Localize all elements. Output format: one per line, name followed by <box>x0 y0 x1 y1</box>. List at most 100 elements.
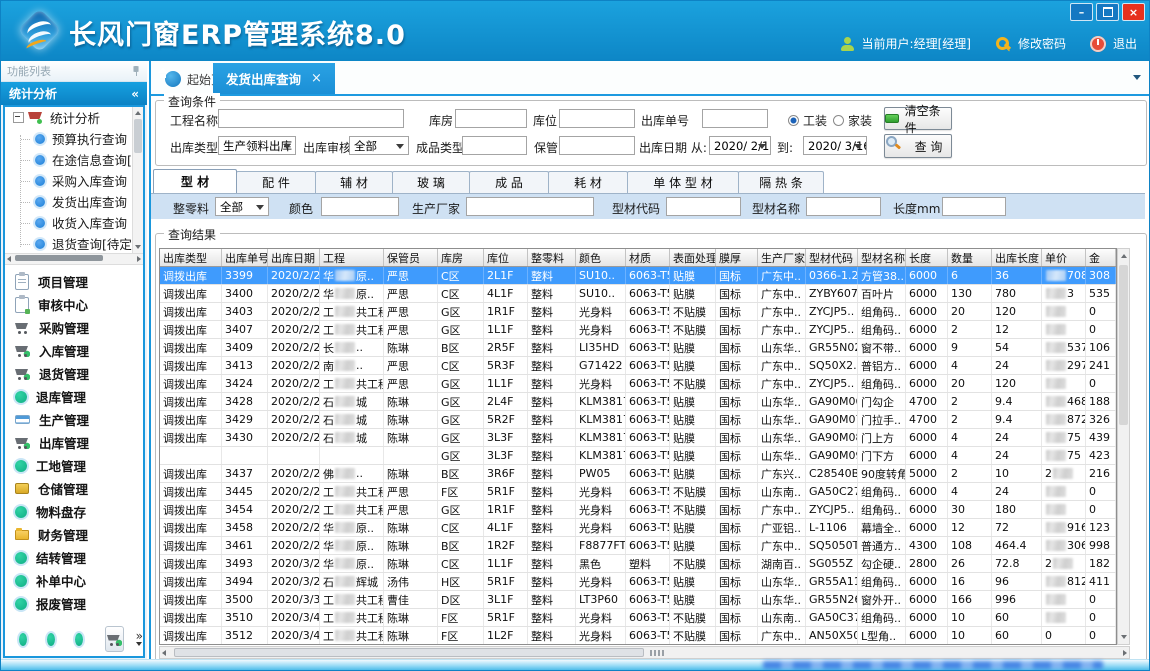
column-header[interactable]: 颜色 <box>576 249 626 266</box>
column-header[interactable]: 生产厂家 <box>758 249 806 266</box>
project-name-input[interactable] <box>218 109 404 128</box>
table-row[interactable]: G区3L3F整料KLM38176063-T5贴膜国标山东华..GA90M09..… <box>160 447 1116 465</box>
table-row[interactable]: 调拨出库34072020/2/25工共工程严思G区1L1F整料光身料6063-T… <box>160 321 1116 339</box>
outbound-type-select[interactable]: 生产领料出库 <box>218 136 296 155</box>
sidebar-module[interactable]: 采购管理 <box>5 316 143 339</box>
scroll-up-icon[interactable] <box>135 111 141 115</box>
logout-link[interactable]: 退出 <box>1113 35 1137 52</box>
table-row[interactable]: 调拨出库34002020/2/25华原..严思C区4L1F整料SU10..606… <box>160 285 1116 303</box>
table-row[interactable]: 调拨出库34942020/3/2石辉城汤伟H区5R1F整料光身料6063-T5贴… <box>160 573 1116 591</box>
search-button[interactable]: 查 询 <box>884 134 952 158</box>
sidebar-module[interactable]: 生产管理 <box>5 408 143 431</box>
minimize-button[interactable]: – <box>1070 3 1093 21</box>
column-header[interactable]: 保管员 <box>384 249 438 266</box>
scrollbar-thumb[interactable] <box>1119 265 1128 425</box>
table-row[interactable]: 调拨出库34582020/2/28华原..陈琳C区4L1F整料光身料6063-T… <box>160 519 1116 537</box>
material-tab-1[interactable]: 配 件 <box>236 171 316 193</box>
radio-gongzhuang[interactable]: 工装 <box>788 112 827 129</box>
column-header[interactable]: 型材代码 <box>806 249 858 266</box>
tree-root[interactable]: 统计分析 <box>5 107 143 128</box>
date-to-select[interactable]: 2020/ 3/16 <box>803 136 867 155</box>
scroll-down-icon[interactable] <box>135 245 141 249</box>
sidebar-module[interactable]: 财务管理 <box>5 523 143 546</box>
manufacturer-input[interactable] <box>466 197 594 216</box>
sidebar-module[interactable]: 结转管理 <box>5 546 143 569</box>
tree-item-4[interactable]: 收货入库查询 <box>5 212 143 233</box>
material-tab-7[interactable]: 隔 热 条 <box>738 171 824 193</box>
scrollbar-thumb[interactable] <box>15 255 103 261</box>
material-tab-0[interactable]: 型 材 <box>153 169 237 193</box>
column-header[interactable]: 出库日期 <box>268 249 320 266</box>
table-row[interactable]: 调拨出库34452020/2/27工共工程严思F区5R1F整料光身料6063-T… <box>160 483 1116 501</box>
sidebar-module[interactable]: 入库管理 <box>5 339 143 362</box>
column-header[interactable]: 出库类型 <box>160 249 222 266</box>
column-header[interactable]: 出库单号 <box>222 249 268 266</box>
table-row[interactable]: 调拨出库34282020/2/26石城陈琳G区2L4F整料KLM38176063… <box>160 393 1116 411</box>
stats-group-header[interactable]: 统计分析 « <box>1 82 147 105</box>
column-header[interactable]: 表面处理 <box>670 249 716 266</box>
column-header[interactable]: 材质 <box>626 249 670 266</box>
scroll-right-icon[interactable] <box>137 256 141 262</box>
table-row[interactable]: 调拨出库34542020/2/28工共工程严思G区1R1F整料光身料6063-T… <box>160 501 1116 519</box>
column-header[interactable]: 出库长度 <box>992 249 1042 266</box>
column-header[interactable]: 长度 <box>906 249 948 266</box>
scroll-left-icon[interactable] <box>7 256 11 262</box>
module-dot-icon[interactable] <box>47 633 55 646</box>
column-header[interactable]: 数量 <box>948 249 992 266</box>
table-vertical-scrollbar[interactable] <box>1117 248 1130 645</box>
scroll-left-icon[interactable] <box>162 650 166 656</box>
material-tab-2[interactable]: 辅 材 <box>315 171 393 193</box>
scrollbar-thumb[interactable] <box>134 119 142 153</box>
column-header[interactable]: 金 <box>1086 249 1116 266</box>
column-header[interactable]: 整零料 <box>528 249 576 266</box>
product-type-input[interactable] <box>462 136 527 155</box>
color-input[interactable] <box>321 197 399 216</box>
table-row[interactable]: 调拨出库34032020/2/25工共工程严思G区1R1F整料光身料6063-T… <box>160 303 1116 321</box>
sidebar-module[interactable]: 项目管理 <box>5 270 143 293</box>
clear-conditions-button[interactable]: 清空条件 <box>884 107 952 130</box>
material-tab-6[interactable]: 单 体 型 材 <box>627 171 739 193</box>
tree-item-3[interactable]: 发货出库查询 <box>5 191 143 212</box>
table-row[interactable]: 调拨出库34242020/2/26工共工程严思G区1L1F整料光身料6063-T… <box>160 375 1116 393</box>
sidebar-module[interactable]: 审核中心 <box>5 293 143 316</box>
module-dot-icon[interactable] <box>75 633 83 646</box>
scroll-down-icon[interactable] <box>1121 635 1127 639</box>
location-input[interactable] <box>559 109 635 128</box>
change-password-link[interactable]: 修改密码 <box>1018 35 1066 52</box>
column-header[interactable]: 库位 <box>484 249 528 266</box>
profile-name-input[interactable] <box>806 197 881 216</box>
collapse-icon[interactable]: « <box>131 87 139 101</box>
material-tab-3[interactable]: 玻 璃 <box>392 171 470 193</box>
pin-icon[interactable] <box>131 65 141 77</box>
tree-item-5[interactable]: 退货查询[待定] <box>5 233 143 253</box>
column-header[interactable]: 单价 <box>1042 249 1086 266</box>
sidebar-module[interactable]: 工地管理 <box>5 454 143 477</box>
table-row[interactable]: 调拨出库34092020/2/25长..陈琳B区2R5F整料LI35HD6063… <box>160 339 1116 357</box>
table-row[interactable]: 调拨出库34932020/3/2华原..陈琳C区1L1F整料黑色塑料不贴膜国标湖… <box>160 555 1116 573</box>
table-row[interactable]: 调拨出库35102020/3/4工共工程陈琳F区5R1F整料光身料6063-T5… <box>160 609 1116 627</box>
material-tab-5[interactable]: 耗 材 <box>548 171 628 193</box>
table-row[interactable]: 调拨出库34132020/2/26南..严思C区5R3F整料G714226063… <box>160 357 1116 375</box>
outbound-audit-select[interactable]: 全部 <box>349 136 409 155</box>
more-modules-button[interactable]: » <box>136 632 143 646</box>
table-row[interactable]: 调拨出库35122020/3/4工共工程陈琳F区1L2F整料光身料6063-T5… <box>160 627 1116 645</box>
sidebar-module[interactable]: 报废管理 <box>5 592 143 615</box>
table-row[interactable]: 调拨出库34372020/2/27佛..陈琳B区3R6F整料PW056063-T… <box>160 465 1116 483</box>
sidebar-module[interactable]: 物料盘存 <box>5 500 143 523</box>
column-header[interactable]: 膜厚 <box>716 249 758 266</box>
table-row[interactable]: 调拨出库34612020/2/28华原..陈琳B区1R2F整料F8877FT60… <box>160 537 1116 555</box>
tab-list-dropdown-icon[interactable] <box>1133 75 1141 80</box>
column-header[interactable]: 库房 <box>438 249 484 266</box>
table-row[interactable]: 调拨出库35002020/3/3工共工程曹佳D区3L1F整料LT3P606063… <box>160 591 1116 609</box>
collapse-node-icon[interactable] <box>13 112 24 123</box>
sidebar-module[interactable]: 仓储管理 <box>5 477 143 500</box>
column-header[interactable]: 型材名称 <box>858 249 906 266</box>
scroll-right-icon[interactable] <box>1123 650 1127 656</box>
keeper-input[interactable] <box>559 136 635 155</box>
date-from-select[interactable]: 2020/ 2/16 <box>709 136 771 155</box>
tab-shipping-outbound-query[interactable]: 发货出库查询 × <box>213 63 335 94</box>
cart-module-button[interactable] <box>105 626 124 652</box>
tree-horizontal-scrollbar[interactable] <box>5 253 143 265</box>
close-tab-icon[interactable]: × <box>311 71 322 86</box>
table-horizontal-scrollbar[interactable] <box>159 646 1130 659</box>
